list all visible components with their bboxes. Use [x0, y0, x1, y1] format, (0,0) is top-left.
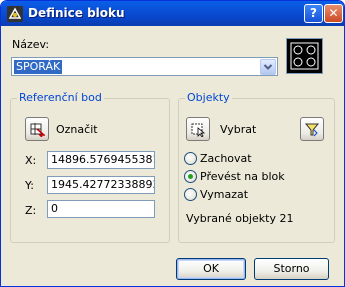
radio-delete[interactable] — [184, 188, 197, 201]
select-objects-icon — [191, 123, 206, 137]
y-input[interactable]: 1945.427723388931 — [47, 176, 155, 194]
pick-point-icon — [30, 123, 45, 137]
close-button[interactable]: ✕ — [324, 4, 343, 23]
pick-point-button[interactable] — [25, 117, 49, 141]
select-objects-button[interactable] — [186, 117, 210, 141]
select-objects-label: Vybrat — [220, 123, 257, 136]
window-title: Definice bloku — [28, 6, 125, 20]
chevron-down-icon — [263, 64, 273, 70]
dialog-window: Definice bloku ? ✕ Název: SPORÁK Referen… — [0, 0, 345, 287]
x-input[interactable]: 14896.57694553816 — [47, 151, 155, 169]
x-label: X: — [25, 154, 37, 167]
ok-button[interactable]: OK — [176, 258, 246, 280]
quick-select-icon — [304, 123, 320, 137]
name-dropdown-button[interactable] — [260, 59, 276, 75]
name-label: Název: — [12, 38, 50, 51]
z-input[interactable]: 0 — [47, 200, 155, 218]
help-button[interactable]: ? — [304, 4, 323, 23]
quick-select-button[interactable] — [300, 117, 324, 141]
radio-convert-to-block-label[interactable]: Převést na blok — [200, 170, 285, 183]
pick-point-label: Označit — [56, 123, 98, 136]
close-icon: ✕ — [328, 6, 339, 20]
selected-objects-count: Vybrané objekty 21 — [186, 212, 294, 225]
block-preview-image — [290, 42, 319, 70]
base-point-group-title: Referenční bod — [17, 91, 104, 104]
title-bar[interactable]: Definice bloku ? ✕ — [1, 1, 344, 26]
z-label: Z: — [25, 204, 37, 217]
name-value[interactable]: SPORÁK — [14, 60, 63, 74]
radio-convert-to-block[interactable] — [184, 170, 197, 183]
cancel-button[interactable]: Storno — [254, 258, 329, 280]
radio-delete-label[interactable]: Vymazat — [200, 188, 248, 201]
objects-group-title: Objekty — [185, 91, 232, 104]
radio-retain[interactable] — [184, 152, 197, 165]
y-label: Y: — [25, 179, 34, 192]
block-preview — [286, 38, 323, 74]
radio-retain-label[interactable]: Zachovat — [200, 152, 252, 165]
help-icon: ? — [310, 6, 317, 20]
name-combobox[interactable]: SPORÁK — [11, 57, 278, 76]
app-icon — [7, 6, 23, 22]
